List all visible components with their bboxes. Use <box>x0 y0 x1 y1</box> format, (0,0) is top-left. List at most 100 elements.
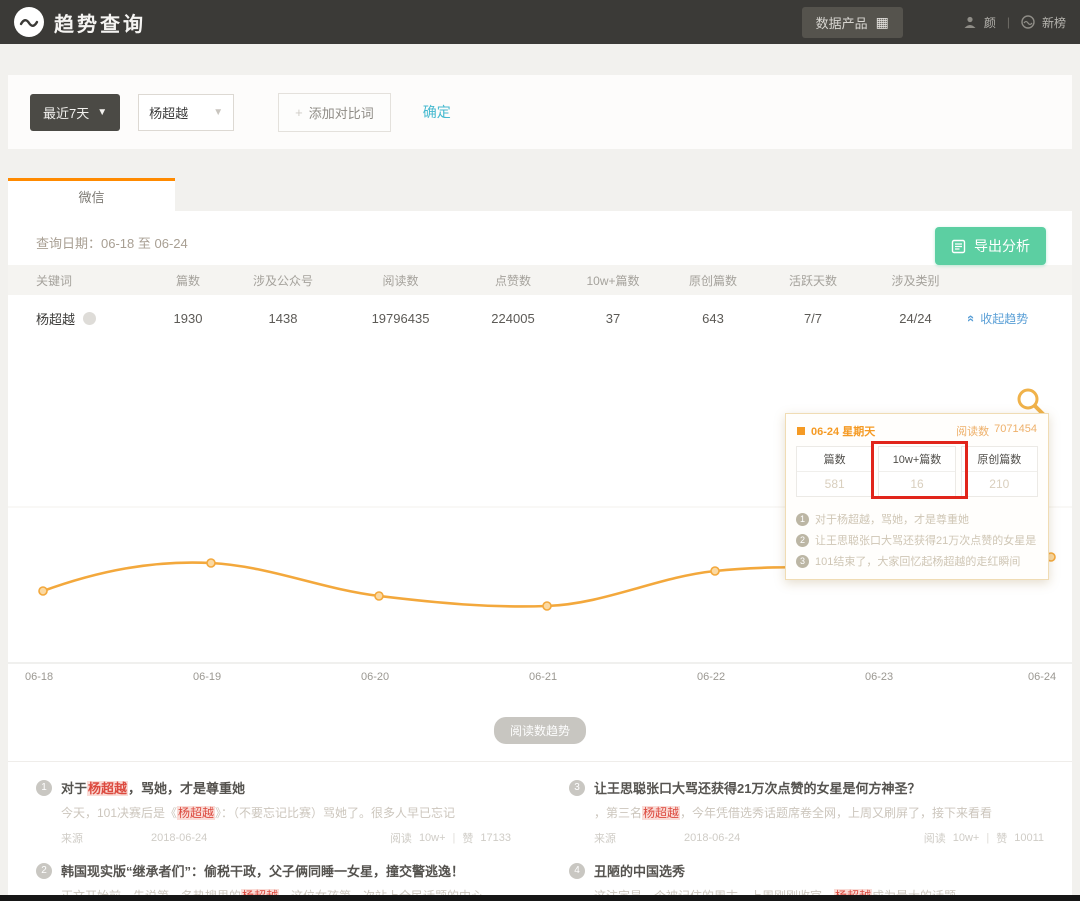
article-snippet: 正文开始前，先说第一名热搜里的杨超越，这位女孩第一次站上全民话题的中心 <box>61 887 511 895</box>
col-header-keyword: 关键词 <box>8 272 148 289</box>
data-point-0622[interactable] <box>711 567 719 575</box>
tooltip-article-title: 101结束了，大家回忆起杨超越的走红瞬间 <box>815 553 1020 569</box>
rank-badge: 3 <box>796 555 809 568</box>
grid-menu-icon: ▦ <box>876 14 889 31</box>
date-range-label: 最近7天 <box>43 103 89 122</box>
keyword-table: 关键词 篇数 涉及公众号 阅读数 点赞数 10w+篇数 原创篇数 活跃天数 涉及… <box>8 265 1072 341</box>
query-date-row: 查询日期： 06-18 至 06-24 <box>8 211 1072 265</box>
col-header-10w: 10w+篇数 <box>563 272 663 289</box>
rank-badge: 4 <box>569 863 585 879</box>
stat-box-10w: 10w+篇数 16 <box>878 446 955 497</box>
chevron-down-icon: ▼ <box>213 107 223 118</box>
col-header-likes: 点赞数 <box>463 272 563 289</box>
app-logo-icon <box>14 7 44 37</box>
col-header-categories: 涉及类别 <box>863 272 968 289</box>
add-compare-button[interactable]: + 添加对比词 <box>278 93 391 132</box>
legend-reads-trend[interactable]: 阅读数趋势 <box>494 717 586 744</box>
article-item-3: 3 让王思聪张口大骂还获得21万次点赞的女星是何方神圣？ ，第三名杨超越，今年凭… <box>569 778 1044 846</box>
date-range-dropdown[interactable]: 最近7天 ▼ <box>30 94 120 131</box>
rank-badge: 1 <box>796 513 809 526</box>
query-date-range: 06-18 至 06-24 <box>101 233 188 252</box>
tooltip-header: 06-24 星期天 阅读数 7071454 <box>786 414 1048 446</box>
data-products-button[interactable]: 数据产品 ▦ <box>802 7 903 38</box>
data-products-label: 数据产品 <box>816 13 868 32</box>
keyword-select[interactable]: 杨超越 ▼ <box>138 94 234 131</box>
tooltip-date: 06-24 星期天 <box>811 423 875 439</box>
keyword-highlight: 杨超越 <box>642 806 680 820</box>
article-snippet: 今天，101决赛后是《杨超越》：（不要忘记比赛）骂她了。很多人早已忘记 <box>61 804 511 821</box>
article-title[interactable]: 让王思聪张口大骂还获得21万次点赞的女星是何方神圣？ <box>594 778 920 797</box>
cell-10w: 37 <box>563 311 663 326</box>
stat-value: 581 <box>797 472 872 496</box>
articles-grid: 1 对于杨超越，骂她，才是尊重她 今天，101决赛后是《杨超越》：（不要忘记比赛… <box>8 762 1072 895</box>
confirm-button[interactable]: 确定 <box>423 102 451 122</box>
info-icon[interactable] <box>83 312 96 325</box>
article-title[interactable]: 丑陋的中国选秀 <box>594 861 685 880</box>
likes-label: 赞 <box>996 830 1007 846</box>
rank-badge: 2 <box>796 534 809 547</box>
export-analysis-button[interactable]: 导出分析 <box>935 227 1046 265</box>
reads-value: 10w+ <box>419 832 446 844</box>
col-header-articles: 篇数 <box>148 272 228 289</box>
reads-label: 阅读 <box>390 830 412 846</box>
data-point-0621[interactable] <box>543 602 551 610</box>
data-point-0618[interactable] <box>39 587 47 595</box>
table-row: 杨超越 1930 1438 19796435 224005 37 643 7/7… <box>8 295 1072 341</box>
data-point-0619[interactable] <box>207 559 215 567</box>
article-source: 来源 <box>594 830 684 846</box>
export-analysis-label: 导出分析 <box>974 236 1030 256</box>
article-date: 2018-06-24 <box>684 832 834 844</box>
article-item-4: 4 丑陋的中国选秀 这注定是一个被记住的周末，上周刚刚收官，杨超越成为最大的话题 <box>569 861 1044 895</box>
series-color-swatch <box>797 427 805 435</box>
collapse-trend-label: 收起趋势 <box>980 310 1028 327</box>
stat-box-original: 原创篇数 210 <box>961 446 1038 497</box>
data-point-0620[interactable] <box>375 592 383 600</box>
tooltip-article-list: 1 对于杨超越，骂她，才是尊重她 2 让王思聪张口大骂还获得21万次点赞的女星是… <box>786 497 1048 571</box>
chart-tooltip: 06-24 星期天 阅读数 7071454 篇数 581 10w+篇数 16 原… <box>785 413 1049 580</box>
double-chevron-up-icon: « <box>964 314 979 321</box>
x-tick-0619: 06-19 <box>193 671 221 683</box>
col-header-accounts: 涉及公众号 <box>228 272 338 289</box>
tooltip-article-item: 1 对于杨超越，骂她，才是尊重她 <box>796 511 1038 527</box>
add-compare-label: 添加对比词 <box>309 103 374 122</box>
x-tick-0623: 06-23 <box>865 671 893 683</box>
user-name[interactable]: 颜 <box>984 14 996 31</box>
rank-badge: 1 <box>36 780 52 796</box>
tooltip-article-item: 3 101结束了，大家回忆起杨超越的走红瞬间 <box>796 553 1038 569</box>
x-tick-0621: 06-21 <box>529 671 557 683</box>
chevron-down-icon: ▼ <box>97 107 107 118</box>
tooltip-stats: 篇数 581 10w+篇数 16 原创篇数 210 <box>786 446 1048 497</box>
collapse-trend-link[interactable]: « 收起趋势 <box>968 310 1072 327</box>
trend-chart-area: 06-18 06-19 06-20 06-21 06-22 06-23 06-2… <box>8 341 1072 761</box>
stat-value: 210 <box>962 472 1037 496</box>
tab-strip: 微信 <box>8 178 1072 211</box>
article-item-2: 2 韩国现实版“继承者们”：偷税干政，父子俩同睡一女星，撞交警逃逸！ 正文开始前… <box>36 861 511 895</box>
keyword-value: 杨超越 <box>149 103 188 122</box>
meta-divider: | <box>986 832 989 844</box>
user-avatar-icon <box>963 15 977 29</box>
page-title: 趋势查询 <box>54 8 146 37</box>
article-item-1: 1 对于杨超越，骂她，才是尊重她 今天，101决赛后是《杨超越》：（不要忘记比赛… <box>36 778 511 846</box>
bottom-edge-bar <box>0 895 1080 901</box>
article-snippet: ，第三名杨超越，今年凭借选秀话题席卷全网，上周又刷屏了，接下来看看 <box>594 804 1044 821</box>
cell-likes: 224005 <box>463 311 563 326</box>
cell-accounts: 1438 <box>228 311 338 326</box>
tab-wechat[interactable]: 微信 <box>8 178 175 211</box>
tooltip-article-title: 对于杨超越，骂她，才是尊重她 <box>815 511 969 527</box>
article-snippet: 这注定是一个被记住的周末，上周刚刚收官，杨超越成为最大的话题 <box>594 887 1044 895</box>
stat-value: 16 <box>879 472 954 496</box>
reads-label: 阅读 <box>924 830 946 846</box>
reads-value: 10w+ <box>953 832 980 844</box>
col-header-reads: 阅读数 <box>338 272 463 289</box>
main-panel: 查询日期： 06-18 至 06-24 导出分析 关键词 篇数 涉及公众号 阅读… <box>8 211 1072 895</box>
article-title[interactable]: 韩国现实版“继承者们”：偷税干政，父子俩同睡一女星，撞交警逃逸！ <box>61 861 464 880</box>
brand-name[interactable]: 新榜 <box>1042 14 1066 31</box>
article-meta: 来源 2018-06-24 阅读 10w+ | 赞 10011 <box>594 830 1044 846</box>
cell-categories: 24/24 <box>863 311 968 326</box>
cell-reads: 19796435 <box>338 311 463 326</box>
likes-value: 10011 <box>1014 832 1044 844</box>
col-header-original: 原创篇数 <box>663 272 763 289</box>
x-tick-0620: 06-20 <box>361 671 389 683</box>
top-bar: 趋势查询 数据产品 ▦ 颜 | 新榜 <box>0 0 1080 44</box>
article-title[interactable]: 对于杨超越，骂她，才是尊重她 <box>61 778 245 797</box>
